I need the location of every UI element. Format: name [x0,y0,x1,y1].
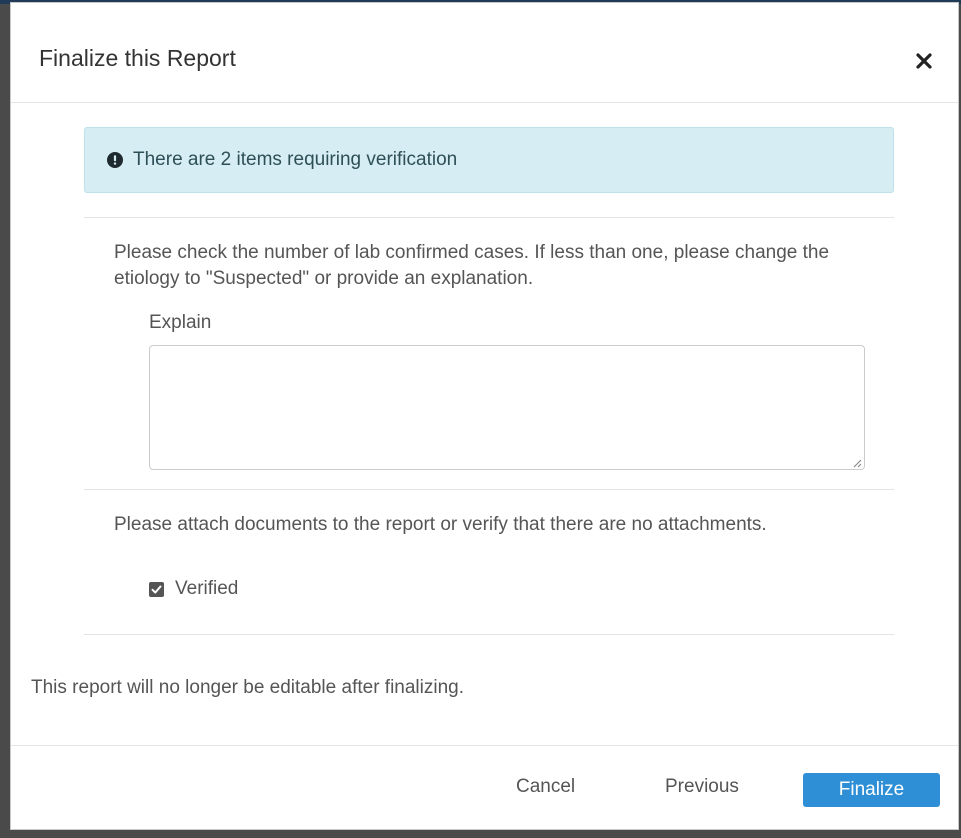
verification-alert: There are 2 items requiring verification [84,127,894,193]
explain-label: Explain [149,312,212,333]
verification-item-attachments: Please attach documents to the report or… [84,490,894,634]
finalize-button[interactable]: Finalize [803,773,940,807]
lab-cases-message: Please check the number of lab confirmed… [114,242,830,289]
finalize-report-dialog: Finalize this Report There are 2 items r… [10,2,959,830]
cancel-button[interactable]: Cancel [516,776,575,798]
close-button[interactable] [908,45,940,77]
attachments-message: Please attach documents to the report or… [114,514,767,535]
dialog-header: Finalize this Report [11,3,958,103]
dialog-footer: Cancel Previous Finalize [11,745,958,829]
resize-grip-icon[interactable] [850,456,862,468]
explain-textarea[interactable] [149,345,865,470]
alert-text: There are 2 items requiring verification [133,149,458,170]
finalize-warning-note: This report will no longer be editable a… [31,677,465,698]
verification-item-lab-cases: Please check the number of lab confirmed… [84,218,894,490]
check-icon [151,585,162,593]
close-icon [916,53,932,69]
verification-items-panel: Please check the number of lab confirmed… [84,217,894,635]
exclamation-circle-icon [107,152,123,168]
previous-button[interactable]: Previous [665,776,739,798]
verified-checkbox[interactable] [149,581,164,597]
dialog-title: Finalize this Report [39,45,236,71]
verified-label: Verified [175,578,239,599]
verified-checkbox-row[interactable]: Verified [149,578,238,600]
dialog-body: There are 2 items requiring verification… [11,103,958,745]
